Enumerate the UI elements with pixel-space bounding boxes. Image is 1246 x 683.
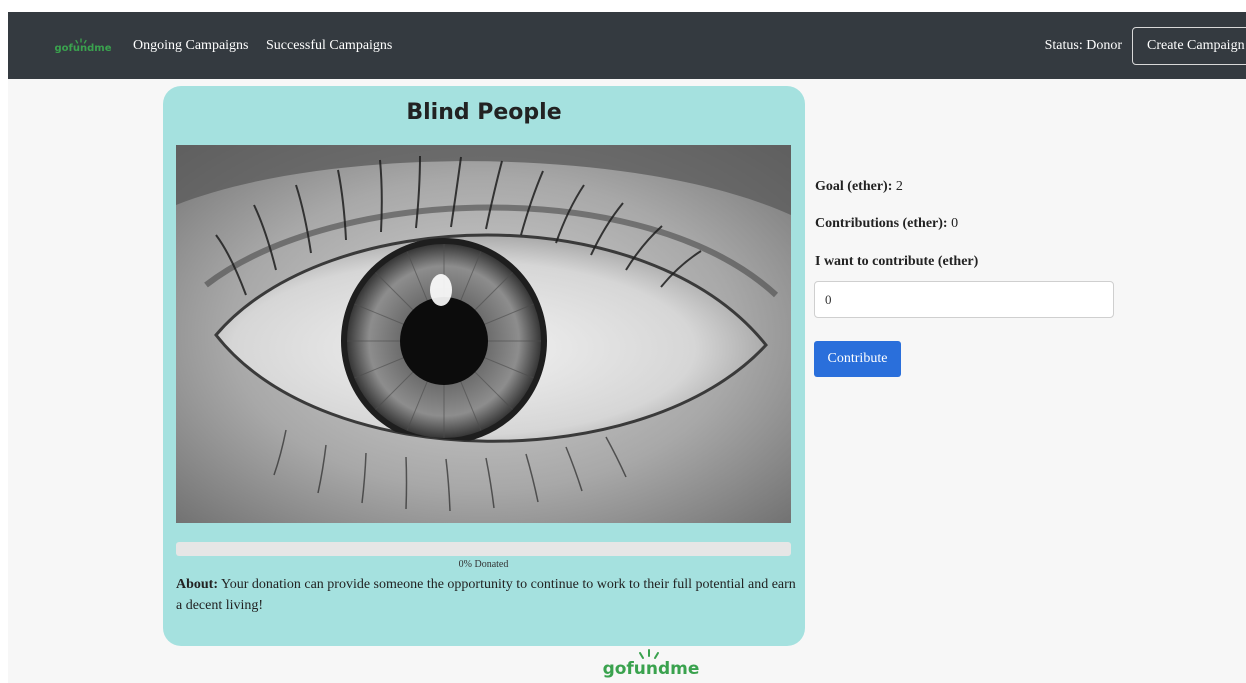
nav-successful-campaigns[interactable]: Successful Campaigns <box>266 38 392 54</box>
about-label: About: <box>176 577 219 592</box>
contribute-amount-label: I want to contribute (ether) <box>815 254 979 269</box>
footer-logo-svg: gofundme <box>603 649 700 679</box>
donation-progress-bar <box>176 542 791 556</box>
brand-text: gofundme <box>55 43 112 54</box>
page: gofundme Ongoing Campaigns Successful Ca… <box>8 12 1246 683</box>
campaign-about: About: Your donation can provide someone… <box>176 574 801 616</box>
create-campaign-button[interactable]: Create Campaign <box>1132 27 1246 65</box>
goal-value: 2 <box>892 179 903 194</box>
eye-photo <box>176 145 791 523</box>
nav-ongoing-campaigns[interactable]: Ongoing Campaigns <box>133 38 249 54</box>
campaign-image <box>176 145 791 523</box>
campaign-title: Blind People <box>406 100 562 125</box>
navbar: gofundme Ongoing Campaigns Successful Ca… <box>8 12 1246 79</box>
footer-brand-text: gofundme <box>603 659 700 678</box>
contributions-value: 0 <box>947 216 959 231</box>
goal-label: Goal (ether): <box>815 179 893 194</box>
brand-logo-svg: gofundme <box>55 38 112 54</box>
campaign-card: Blind People 0% Donated About: Your dona… <box>163 86 805 646</box>
donation-progress-label: 0% Donated <box>458 559 509 570</box>
contribute-amount-input[interactable] <box>814 281 1114 318</box>
footer-logo: gofundme <box>601 648 701 683</box>
contributions-row: Contributions (ether): 0 <box>815 216 958 232</box>
about-text: Your donation can provide someone the op… <box>176 577 796 613</box>
user-status: Status: Donor <box>1044 38 1122 53</box>
brand-logo[interactable]: gofundme <box>53 38 113 59</box>
contributions-label: Contributions (ether): <box>815 216 948 231</box>
contribute-button[interactable]: Contribute <box>814 341 901 377</box>
goal-row: Goal (ether): 2 <box>815 179 903 195</box>
